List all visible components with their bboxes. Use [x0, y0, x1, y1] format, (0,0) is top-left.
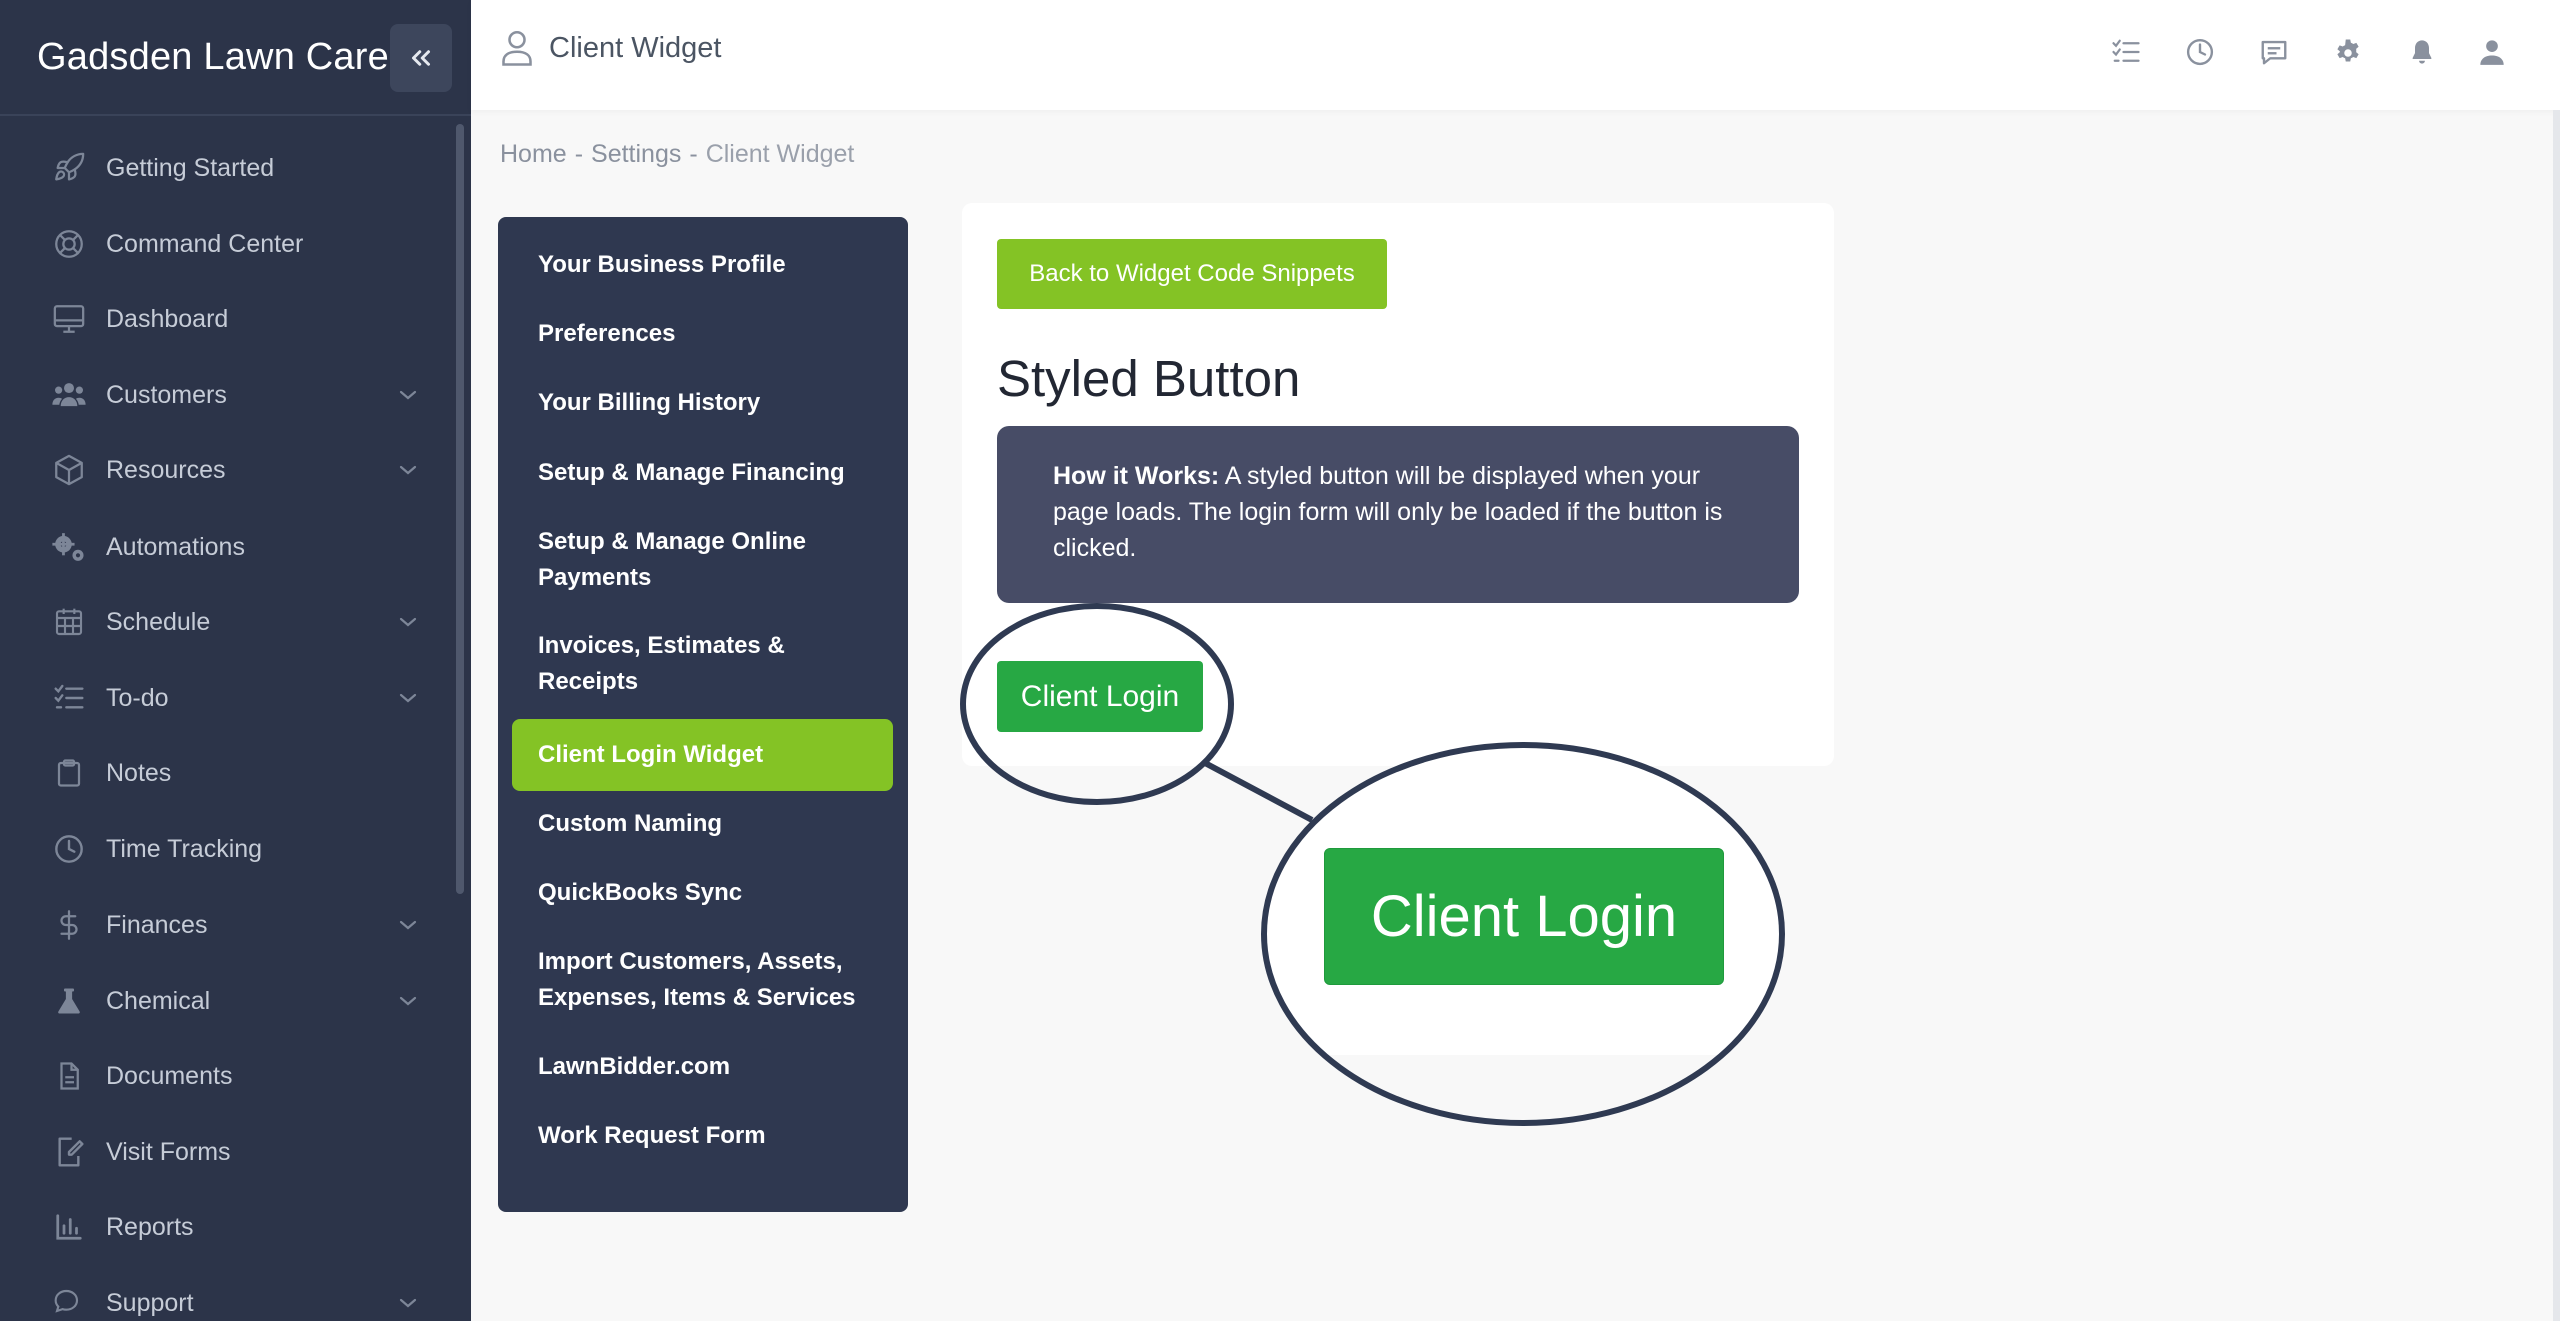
sidebar-item-label: Schedule: [106, 607, 211, 636]
sidebar-item-todo[interactable]: To-do: [0, 668, 460, 728]
chevron-down-icon: [399, 390, 417, 400]
double-chevron-left-icon: [412, 50, 430, 66]
document-icon: [51, 1058, 87, 1094]
calendar-icon: [51, 604, 87, 640]
client-login-button[interactable]: Client Login: [997, 661, 1203, 732]
breadcrumb-settings-link[interactable]: Settings: [591, 140, 681, 168]
breadcrumb-current: Client Widget: [705, 140, 855, 168]
page-header: Client Widget: [499, 28, 721, 68]
form-edit-icon: [51, 1134, 87, 1170]
settings-item-lawnbidder[interactable]: LawnBidder.com: [538, 1049, 878, 1085]
section-heading: Styled Button: [997, 350, 1301, 407]
zoomed-client-login-button: Client Login: [1324, 848, 1724, 985]
sidebar-item-time-tracking[interactable]: Time Tracking: [0, 819, 460, 879]
sidebar-item-visit-forms[interactable]: Visit Forms: [0, 1122, 460, 1182]
how-it-works-box: How it Works: A styled button will be di…: [997, 426, 1799, 603]
settings-item-financing[interactable]: Setup & Manage Financing: [538, 455, 878, 491]
sidebar-item-chemical[interactable]: Chemical: [0, 971, 460, 1031]
user-outline-icon: [502, 30, 532, 66]
page-title: Client Widget: [549, 31, 722, 64]
sidebar-item-command-center[interactable]: Command Center: [0, 214, 460, 274]
settings-item-billing-history[interactable]: Your Billing History: [538, 385, 878, 421]
sidebar-item-label: Visit Forms: [106, 1137, 231, 1166]
sidebar-item-support[interactable]: Support: [0, 1273, 460, 1321]
clipboard-icon: [51, 755, 87, 791]
chevron-down-icon: [399, 693, 417, 703]
sidebar-item-resources[interactable]: Resources: [0, 440, 460, 500]
sidebar-item-label: Resources: [106, 455, 226, 484]
sidebar-item-label: Customers: [106, 380, 227, 409]
sidebar-item-label: Time Tracking: [106, 834, 263, 863]
settings-item-quickbooks-sync[interactable]: QuickBooks Sync: [538, 875, 878, 911]
settings-item-invoices[interactable]: Invoices, Estimates & Receipts: [538, 628, 818, 700]
gears-icon: [51, 529, 87, 565]
sidebar-item-label: Dashboard: [106, 304, 229, 333]
settings-item-client-login-widget[interactable]: Client Login Widget: [538, 737, 878, 773]
brand-name: Gadsden Lawn Care: [37, 36, 389, 78]
sidebar-item-documents[interactable]: Documents: [0, 1046, 460, 1106]
sidebar-scrollbar[interactable]: [456, 124, 464, 894]
settings-item-import[interactable]: Import Customers, Assets, Expenses, Item…: [538, 944, 868, 1016]
bell-icon[interactable]: [2404, 34, 2440, 70]
checklist-icon: [51, 680, 87, 716]
chevron-down-icon: [399, 617, 417, 627]
sidebar-item-reports[interactable]: Reports: [0, 1197, 460, 1257]
chevron-down-icon: [399, 920, 417, 930]
settings-item-work-request-form[interactable]: Work Request Form: [538, 1118, 878, 1154]
page-scrollbar-track[interactable]: [2553, 110, 2560, 1321]
sidebar-item-schedule[interactable]: Schedule: [0, 592, 460, 652]
lifebuoy-icon: [51, 226, 87, 262]
dollar-icon: [51, 907, 87, 943]
chevron-down-icon: [399, 1298, 417, 1308]
widget-card: Back to Widget Code Snippets Styled Butt…: [962, 203, 1834, 766]
settings-item-custom-naming[interactable]: Custom Naming: [538, 806, 878, 842]
sidebar-item-label: Support: [106, 1288, 194, 1317]
sidebar-item-label: Command Center: [106, 229, 304, 258]
sidebar-item-getting-started[interactable]: Getting Started: [0, 138, 460, 198]
sidebar-item-label: Chemical: [106, 986, 211, 1015]
brand-bar: Gadsden Lawn Care: [0, 0, 471, 116]
sidebar-item-label: Notes: [106, 758, 172, 787]
users-icon: [51, 377, 87, 413]
sidebar-item-label: Finances: [106, 910, 208, 939]
settings-item-business-profile[interactable]: Your Business Profile: [538, 247, 878, 283]
user-icon[interactable]: [2474, 34, 2510, 70]
settings-icon[interactable]: [2330, 34, 2366, 70]
breadcrumb-home-link[interactable]: Home: [500, 140, 567, 168]
breadcrumb-separator: -: [689, 140, 698, 168]
sidebar: Gadsden Lawn Care Getting Started Comman…: [0, 0, 471, 1321]
sidebar-item-automations[interactable]: Automations: [0, 517, 460, 577]
settings-item-preferences[interactable]: Preferences: [538, 316, 878, 352]
sidebar-item-label: To-do: [106, 683, 169, 712]
sidebar-item-finances[interactable]: Finances: [0, 895, 460, 955]
sidebar-item-customers[interactable]: Customers: [0, 365, 460, 425]
message-icon[interactable]: [2256, 34, 2292, 70]
sidebar-item-label: Documents: [106, 1061, 233, 1090]
breadcrumb-separator: -: [574, 140, 584, 168]
box-icon: [51, 452, 87, 488]
sidebar-item-label: Reports: [106, 1212, 194, 1241]
history-icon[interactable]: [2182, 34, 2218, 70]
settings-item-online-payments[interactable]: Setup & Manage Online Payments: [538, 524, 838, 596]
clock-icon: [51, 831, 87, 867]
top-bar: Client Widget: [471, 0, 2560, 110]
chat-icon: [51, 1285, 87, 1321]
breadcrumb: Home - Settings - Client Widget: [500, 140, 862, 169]
bar-chart-icon: [51, 1209, 87, 1245]
sidebar-item-label: Getting Started: [106, 153, 275, 182]
collapse-sidebar-button[interactable]: [390, 24, 452, 92]
chevron-down-icon: [399, 465, 417, 475]
chevron-down-icon: [399, 996, 417, 1006]
sidebar-item-notes[interactable]: Notes: [0, 743, 460, 803]
settings-menu: Your Business Profile Preferences Your B…: [498, 217, 908, 1212]
sidebar-item-label: Automations: [106, 532, 245, 561]
how-it-works-label: How it Works:: [1053, 462, 1220, 490]
tasks-icon[interactable]: [2108, 34, 2144, 70]
rocket-icon: [51, 150, 87, 186]
back-to-snippets-button[interactable]: Back to Widget Code Snippets: [997, 239, 1387, 309]
monitor-icon: [51, 301, 87, 337]
sidebar-item-dashboard[interactable]: Dashboard: [0, 289, 460, 349]
flask-icon: [51, 983, 87, 1019]
